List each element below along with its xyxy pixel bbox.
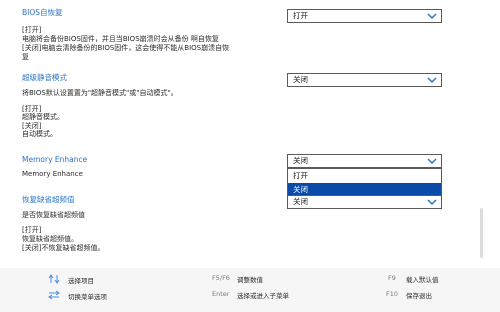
up-down-arrows-icon [48,274,60,284]
super-silent-help-1: 将BIOS默认设置置为"超静音模式"或"自动模式"。 [22,89,178,97]
restore-defaults-select[interactable]: 关闭 [287,195,442,209]
chevron-down-icon [427,199,437,206]
footer-switch-menu: 切换菜单选项 [68,293,107,301]
memory-enhance-desc: Memory Enhance [22,170,83,178]
restore-defaults-help-4: [关闭]不恢复缺省超频值。 [22,244,105,252]
chevron-down-icon [427,77,437,84]
super-silent-help-5: 自动模式。 [22,130,57,138]
bios-recovery-help-1: [打开] [22,26,42,34]
restore-defaults-help-3: 恢复缺省超频值。 [22,235,78,243]
super-silent-title: 超级静音模式 [22,73,67,82]
footer-f5f6-label: 调整数值 [237,276,263,284]
footer-f5f6-key: F5/F6 [212,274,230,282]
footer-f9-label: 载入默认值 [406,276,439,284]
memory-enhance-value: 关闭 [293,156,308,165]
memory-enhance-dropdown[interactable]: 打开 关闭 [287,168,442,198]
footer-select-item: 选择项目 [68,277,94,285]
footer-f10-key: F10 [386,290,399,298]
footer-enter-key: Enter [212,290,230,298]
memory-enhance-select[interactable]: 关闭 [287,154,442,168]
bios-recovery-help-3: [关闭]电脑会清除备份的BIOS固件，这会使得不能从BIOS崩溃自恢 [22,44,230,52]
restore-defaults-title: 恢复缺省超频值 [22,195,75,204]
footer-f10-label: 保存退出 [406,292,432,300]
super-silent-select[interactable]: 关闭 [287,73,442,87]
footer-enter-label: 选择或进入子菜单 [237,292,289,300]
bios-recovery-help-2: 电脑将会备份BIOS固件，并且当BIOS崩溃时会从备份 啊自恢复 [22,35,219,43]
bios-recovery-help-4: 复 [22,53,29,61]
chevron-down-icon [427,13,437,20]
restore-defaults-help-1: 是否恢复缺省超频值 [22,211,85,219]
bios-recovery-value: 打开 [293,11,308,20]
memory-enhance-title: Memory Enhance [22,155,88,164]
scrollbar[interactable] [480,208,483,258]
footer-f9-key: F9 [388,274,396,282]
left-right-arrows-icon [48,290,60,300]
bios-recovery-select[interactable]: 打开 [287,9,442,23]
super-silent-value: 关闭 [293,75,308,84]
super-silent-help-3: 超静音模式。 [22,113,64,121]
dropdown-option-on[interactable]: 打开 [288,169,441,183]
restore-defaults-value: 关闭 [293,197,308,206]
restore-defaults-help-2: [打开] [22,226,42,234]
footer-bar: 选择项目 切换菜单选项 F5/F6 调整数值 Enter 选择或进入子菜单 F9… [0,268,500,312]
chevron-down-icon [427,158,437,165]
bios-recovery-title: BIOS自恢复 [22,8,63,17]
